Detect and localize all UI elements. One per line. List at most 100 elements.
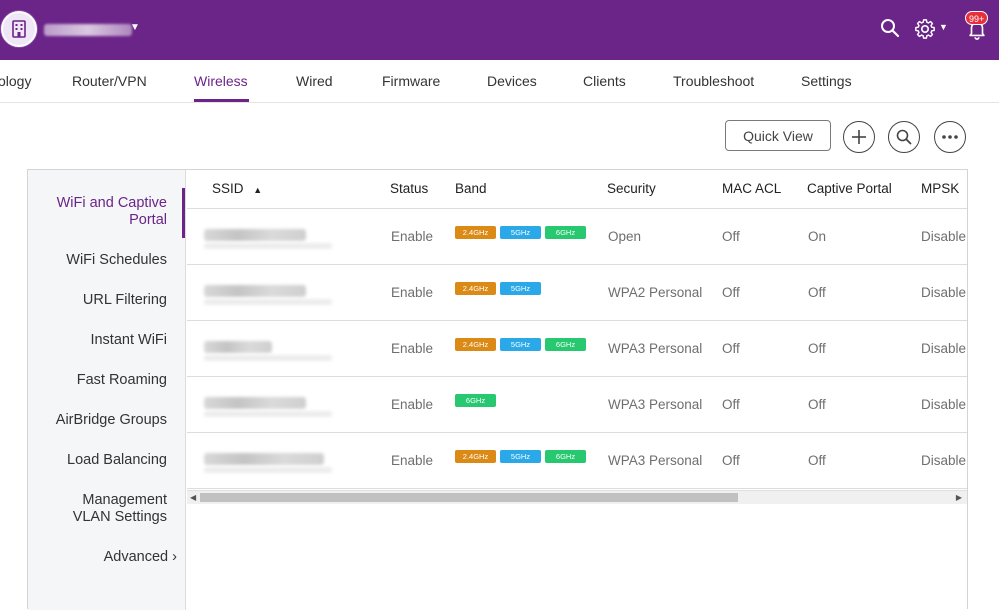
- mac-acl-value: Off: [722, 397, 740, 412]
- status-value: Enable: [391, 229, 434, 244]
- scrollbar-thumb[interactable]: [200, 493, 738, 502]
- status-value: Enable: [391, 341, 434, 356]
- column-header-band[interactable]: Band: [455, 181, 487, 196]
- ssid-subtext-blurred: [204, 411, 332, 417]
- subnav-item-instant-wifi[interactable]: Instant WiFi: [90, 332, 167, 349]
- ssid-value-blurred: [204, 453, 324, 465]
- notification-count-badge: 99+: [965, 11, 989, 25]
- plus-icon: [852, 130, 866, 144]
- column-header-captive-portal[interactable]: Captive Portal: [807, 181, 892, 196]
- nav-tab-settings[interactable]: Settings: [801, 73, 852, 89]
- status-value: Enable: [391, 285, 434, 300]
- ssid-value-blurred: [204, 229, 306, 241]
- subnav-item-advanced-label: Advanced: [103, 549, 169, 565]
- ssid-value-blurred: [204, 397, 306, 409]
- mpsk-value: Disable: [921, 397, 967, 412]
- band-badge-6ghz: 6GHz: [545, 338, 586, 351]
- column-header-ssid[interactable]: SSID ▲: [212, 181, 262, 196]
- ssid-subtext-blurred: [204, 243, 332, 249]
- nav-tab-topology[interactable]: ology: [0, 73, 31, 89]
- nav-tab-devices[interactable]: Devices: [487, 73, 537, 89]
- chevron-right-icon: ›: [172, 549, 177, 565]
- mac-acl-value: Off: [722, 453, 740, 468]
- nav-tab-router-vpn[interactable]: Router/VPN: [72, 73, 147, 89]
- band-badge-2-4ghz: 2.4GHz: [455, 282, 496, 295]
- column-header-security[interactable]: Security: [607, 181, 656, 196]
- mpsk-value: Disable: [921, 453, 967, 468]
- table-row[interactable]: Enable 2.4GHz 5GHz 6GHz WPA3 Personal Of…: [187, 433, 967, 489]
- nav-tab-wired[interactable]: Wired: [296, 73, 333, 89]
- band-badge-6ghz: 6GHz: [545, 226, 586, 239]
- more-icon: [942, 135, 958, 139]
- table-row[interactable]: Enable 2.4GHz 5GHz 6GHz Open Off On Disa…: [187, 209, 967, 265]
- band-badge-2-4ghz: 2.4GHz: [455, 226, 496, 239]
- nav-tab-wireless[interactable]: Wireless: [194, 73, 248, 89]
- subnav-item-wifi-schedules[interactable]: WiFi Schedules: [66, 252, 167, 269]
- band-badge-6ghz: 6GHz: [545, 450, 586, 463]
- subnav-item-management-vlan[interactable]: Management VLAN Settings: [57, 492, 167, 526]
- ssid-value-blurred: [204, 341, 272, 353]
- chevron-down-icon[interactable]: ▼: [130, 22, 140, 33]
- organization-avatar[interactable]: [1, 11, 37, 47]
- band-badge-5ghz: 5GHz: [500, 226, 541, 239]
- column-header-mpsk[interactable]: MPSK: [921, 181, 959, 196]
- nav-tab-firmware[interactable]: Firmware: [382, 73, 440, 89]
- organization-name-blurred[interactable]: [44, 24, 132, 36]
- building-icon: [12, 20, 26, 38]
- security-value: WPA3 Personal: [608, 341, 703, 356]
- scroll-left-arrow-icon[interactable]: ◀: [190, 491, 196, 504]
- horizontal-scrollbar[interactable]: ◀ ▶: [187, 490, 967, 504]
- subnav-item-load-balancing[interactable]: Load Balancing: [67, 452, 167, 469]
- captive-portal-value: Off: [808, 397, 826, 412]
- table-row[interactable]: Enable 2.4GHz 5GHz 6GHz WPA3 Personal Of…: [187, 321, 967, 377]
- ssid-subtext-blurred: [204, 299, 332, 305]
- band-badge-5ghz: 5GHz: [500, 338, 541, 351]
- subnav-item-advanced[interactable]: Advanced ›: [104, 549, 177, 566]
- search-button[interactable]: [888, 121, 920, 153]
- security-value: WPA3 Personal: [608, 453, 703, 468]
- band-badge-6ghz: 6GHz: [455, 394, 496, 407]
- search-icon: [896, 129, 912, 145]
- wireless-content-panel: WiFi and Captive Portal WiFi Schedules U…: [27, 169, 968, 610]
- subnav-active-indicator: [182, 188, 185, 238]
- ssid-table: SSID ▲ Status Band Security MAC ACL Capt…: [187, 170, 967, 490]
- security-value: Open: [608, 229, 642, 244]
- nav-tab-clients[interactable]: Clients: [583, 73, 626, 89]
- captive-portal-value: Off: [808, 453, 826, 468]
- ssid-subtext-blurred: [204, 355, 332, 361]
- captive-portal-value: Off: [808, 285, 826, 300]
- gear-icon[interactable]: [914, 18, 936, 45]
- band-badge-5ghz: 5GHz: [500, 450, 541, 463]
- subnav-item-airbridge-groups[interactable]: AirBridge Groups: [56, 412, 167, 429]
- table-row[interactable]: Enable 6GHz WPA3 Personal Off Off Disabl…: [187, 377, 967, 433]
- scroll-right-arrow-icon[interactable]: ▶: [956, 491, 962, 504]
- mac-acl-value: Off: [722, 341, 740, 356]
- mac-acl-value: Off: [722, 285, 740, 300]
- main-navigation: ology Router/VPN Wireless Wired Firmware…: [0, 60, 999, 103]
- captive-portal-value: Off: [808, 341, 826, 356]
- mpsk-value: Disable: [921, 285, 967, 300]
- subnav-item-fast-roaming[interactable]: Fast Roaming: [77, 372, 167, 389]
- more-options-button[interactable]: [934, 121, 966, 153]
- column-header-status[interactable]: Status: [390, 181, 428, 196]
- security-value: WPA3 Personal: [608, 397, 703, 412]
- quick-view-button[interactable]: Quick View: [725, 120, 831, 151]
- chevron-down-icon[interactable]: ▼: [939, 22, 948, 32]
- add-button[interactable]: [843, 121, 875, 153]
- band-badge-2-4ghz: 2.4GHz: [455, 338, 496, 351]
- ssid-value-blurred: [204, 285, 306, 297]
- subnav-item-wifi-captive-portal[interactable]: WiFi and Captive Portal: [42, 195, 167, 229]
- active-tab-indicator: [194, 99, 249, 102]
- sort-ascending-icon: ▲: [253, 185, 263, 195]
- band-badge-2-4ghz: 2.4GHz: [455, 450, 496, 463]
- search-icon[interactable]: [880, 18, 900, 43]
- column-header-mac-acl[interactable]: MAC ACL: [722, 181, 781, 196]
- band-badge-5ghz: 5GHz: [500, 282, 541, 295]
- table-row[interactable]: Enable 2.4GHz 5GHz WPA2 Personal Off Off…: [187, 265, 967, 321]
- status-value: Enable: [391, 397, 434, 412]
- security-value: WPA2 Personal: [608, 285, 703, 300]
- subnav-item-url-filtering[interactable]: URL Filtering: [83, 292, 167, 309]
- mac-acl-value: Off: [722, 229, 740, 244]
- nav-tab-troubleshoot[interactable]: Troubleshoot: [673, 73, 754, 89]
- ssid-subtext-blurred: [204, 467, 332, 473]
